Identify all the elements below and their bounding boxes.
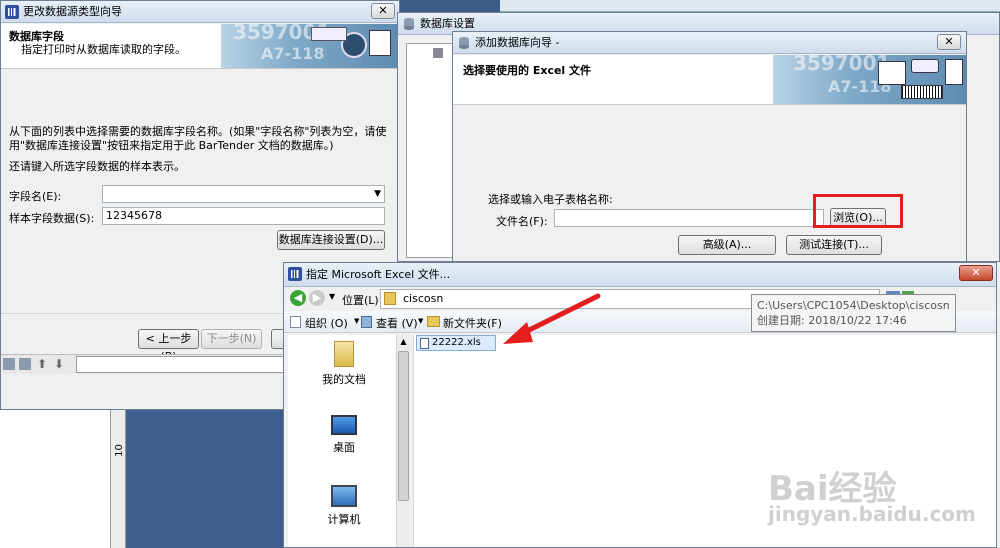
new-folder-button[interactable]: 新文件夹(F) xyxy=(443,315,502,331)
chevron-down-icon: ▼ xyxy=(374,189,381,199)
sample-field-input[interactable]: 12345678 xyxy=(102,207,385,225)
sample-label: 样本字段数据(S): xyxy=(9,212,95,225)
field-name-label: 字段名(E): xyxy=(9,190,62,203)
place-desktop[interactable]: 桌面 xyxy=(304,415,384,455)
section-subheading: 指定打印时从数据库读取的字段。 xyxy=(21,43,186,56)
forward-arrow-icon[interactable]: ▶ xyxy=(309,290,325,306)
database-icon xyxy=(404,18,414,30)
place-computer[interactable]: 计算机 xyxy=(304,485,384,527)
place-label: 桌面 xyxy=(333,441,355,454)
toolbar-down-arrow-icon[interactable]: ⬇ xyxy=(54,357,64,371)
test-connection-button[interactable]: 测试连接(T)... xyxy=(786,235,882,255)
bartender-icon xyxy=(288,267,302,281)
location-label: 位置(L): xyxy=(342,294,383,307)
bartender-icon xyxy=(5,5,19,19)
chevron-down-icon: ▼ xyxy=(418,317,424,325)
file-name-input[interactable] xyxy=(554,209,824,227)
desktop-icon xyxy=(331,415,357,435)
db-tree-node-icon[interactable] xyxy=(433,48,443,58)
place-label: 我的文档 xyxy=(322,373,366,386)
places-sidebar: 我的文档 桌面 计算机 xyxy=(288,335,408,547)
tooltip-path: C:\Users\CPC1054\Desktop\ciscosn xyxy=(757,299,950,312)
grid-icon xyxy=(369,30,391,56)
db-settings-title: 数据库设置 xyxy=(420,17,475,30)
next-button[interactable]: 下一步(N) > xyxy=(201,329,262,363)
chevron-down-icon: ▼ xyxy=(354,317,360,325)
wizard-title: 更改数据源类型向导 xyxy=(23,5,122,18)
folder-tooltip: C:\Users\CPC1054\Desktop\ciscosn 创建日期: 2… xyxy=(751,294,956,332)
sample-note: 还请键入所选字段数据的样本表示。 xyxy=(9,160,185,173)
advanced-button[interactable]: 高级(A)... xyxy=(678,235,776,255)
organize-icon xyxy=(290,316,301,328)
printer-icon xyxy=(911,59,939,73)
keyboard-icon xyxy=(311,27,347,41)
header-banner-graphic: 3597001 A7-118 xyxy=(773,55,966,104)
add-db-header: 选择要使用的 Excel 文件 3597001 A7-118 xyxy=(453,55,966,105)
documents-icon xyxy=(334,341,354,367)
toolbar-copy-icon[interactable] xyxy=(19,358,31,370)
back-button[interactable]: < 上一步(B) xyxy=(138,329,199,363)
location-value: ciscosn xyxy=(403,292,444,305)
spreadsheet-icon xyxy=(878,61,906,85)
history-dropdown-icon[interactable]: ▼ xyxy=(329,292,335,301)
excel-file-icon xyxy=(420,338,429,349)
toolbar-up-arrow-icon[interactable]: ⬆ xyxy=(37,357,47,371)
add-db-heading: 选择要使用的 Excel 文件 xyxy=(463,64,592,77)
db-tree-panel xyxy=(406,43,456,258)
scroll-up-arrow-icon[interactable]: ▲ xyxy=(397,335,410,349)
database-icon xyxy=(459,37,469,49)
close-button[interactable]: ✕ xyxy=(937,34,961,50)
ruler-label: 10 xyxy=(113,444,125,457)
barcode-label-icon xyxy=(901,85,943,99)
annotation-arrow xyxy=(503,293,601,344)
document-icon xyxy=(945,59,963,85)
file-name: 22222.xls xyxy=(432,337,481,348)
wizard-titlebar: 更改数据源类型向导 ✕ xyxy=(1,1,399,23)
close-button[interactable]: ✕ xyxy=(371,3,395,19)
app-left-panel xyxy=(0,405,110,548)
wizard-header: 数据库字段 指定打印时从数据库读取的字段。 3597001 A7-118 xyxy=(1,24,399,69)
view-icon xyxy=(361,316,372,328)
list-item[interactable]: 22222.xls xyxy=(416,335,496,351)
top-right-strip xyxy=(500,0,1000,12)
instruction-text: 从下面的列表中选择需要的数据库字段名称。(如果"字段名称"列表为空，请使用"数据… xyxy=(9,125,387,152)
watermark-url: jingyan.baidu.com xyxy=(768,502,976,526)
field-name-select[interactable]: ▼ xyxy=(102,185,385,203)
add-db-titlebar: 添加数据库向导 - ✕ xyxy=(453,32,966,54)
spreadsheet-prompt: 选择或输入电子表格名称: xyxy=(488,193,613,206)
tooltip-date: 创建日期: 2018/10/22 17:46 xyxy=(757,314,907,327)
scrollbar-thumb[interactable] xyxy=(398,351,409,501)
folder-icon xyxy=(384,292,396,305)
place-my-documents[interactable]: 我的文档 xyxy=(304,341,384,387)
file-dialog-titlebar: 指定 Microsoft Excel 文件... ✕ xyxy=(284,263,996,287)
view-menu[interactable]: 查看 (V) xyxy=(376,315,418,331)
back-arrow-icon[interactable]: ◀ xyxy=(290,290,306,306)
toolbar-tool-icon[interactable] xyxy=(3,358,15,370)
vertical-ruler: 10 xyxy=(110,405,126,548)
header-banner-graphic: 3597001 A7-118 xyxy=(221,24,399,68)
banner-code-secondary: A7-118 xyxy=(261,44,325,63)
sidebar-scrollbar[interactable]: ▲ xyxy=(396,335,410,547)
highlight-box xyxy=(813,194,903,228)
document-page xyxy=(126,405,280,548)
db-connection-settings-button[interactable]: 数据库连接设置(D)... xyxy=(277,230,385,250)
new-folder-icon xyxy=(427,316,440,327)
organize-menu[interactable]: 组织 (O) xyxy=(305,315,348,331)
file-name-label: 文件名(F): xyxy=(496,215,548,228)
banner-code: 3597001 xyxy=(793,55,891,75)
close-button[interactable]: ✕ xyxy=(959,265,993,281)
place-label: 计算机 xyxy=(327,513,361,526)
add-db-title: 添加数据库向导 - xyxy=(475,36,560,49)
computer-icon xyxy=(331,485,357,507)
file-dialog-title: 指定 Microsoft Excel 文件... xyxy=(306,268,451,281)
